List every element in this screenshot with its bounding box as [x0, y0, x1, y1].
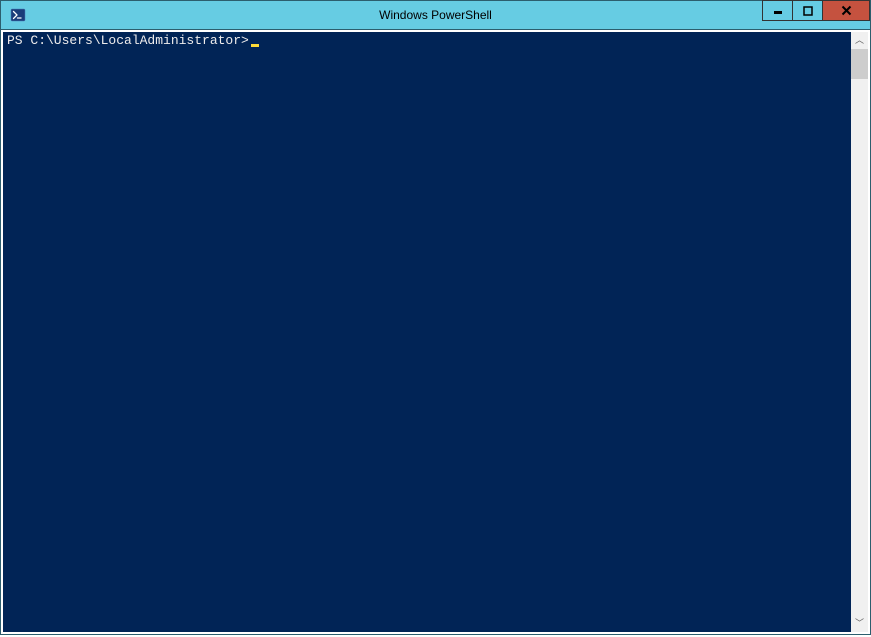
chevron-down-icon: ﹀: [855, 619, 864, 628]
console-content[interactable]: PS C:\Users\LocalAdministrator>: [3, 32, 851, 632]
window-title: Windows PowerShell: [379, 8, 492, 22]
prompt-text: PS C:\Users\LocalAdministrator>: [7, 34, 249, 48]
scroll-down-button[interactable]: ﹀: [851, 615, 868, 632]
cursor: [251, 44, 259, 47]
maximize-button[interactable]: [792, 0, 823, 21]
close-button[interactable]: [822, 0, 870, 21]
scroll-thumb[interactable]: [851, 49, 868, 79]
scroll-up-button[interactable]: ︿: [851, 32, 868, 49]
prompt-line: PS C:\Users\LocalAdministrator>: [7, 34, 847, 48]
minimize-button[interactable]: [762, 0, 793, 21]
window-controls: [763, 0, 870, 21]
vertical-scrollbar[interactable]: ︿ ﹀: [851, 32, 868, 632]
chevron-up-icon: ︿: [855, 36, 864, 45]
scroll-track[interactable]: [851, 49, 868, 615]
powershell-icon: [9, 6, 27, 24]
console-area: PS C:\Users\LocalAdministrator> ︿ ﹀: [0, 30, 871, 635]
title-bar[interactable]: Windows PowerShell: [0, 0, 871, 30]
